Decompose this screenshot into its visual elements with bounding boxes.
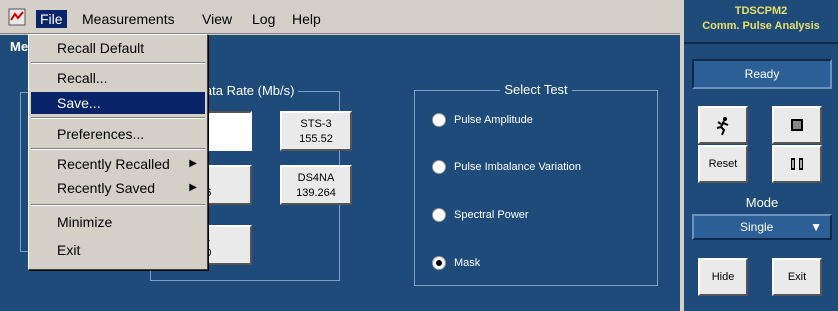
exit-button[interactable]: Exit bbox=[772, 258, 822, 296]
menu-item-label: Recently Saved bbox=[57, 180, 156, 196]
menu-measurements[interactable]: Measurements bbox=[78, 10, 179, 28]
run-button[interactable] bbox=[698, 106, 748, 144]
file-menu-dropdown: Recall Default Recall... Save... Prefere… bbox=[28, 34, 208, 270]
menu-separator bbox=[31, 148, 205, 150]
menu-item-label: Recently Recalled bbox=[57, 156, 170, 172]
menu-separator bbox=[31, 62, 205, 64]
panel-header: TDSCPM2 Comm. Pulse Analysis bbox=[684, 0, 838, 44]
menu-item-recall[interactable]: Recall... bbox=[31, 67, 205, 89]
mode-select[interactable]: Single ▼ bbox=[692, 214, 832, 240]
radio-button-checked[interactable] bbox=[432, 256, 446, 270]
app-subtitle: Comm. Pulse Analysis bbox=[702, 20, 820, 32]
menu-file[interactable]: File bbox=[36, 10, 67, 28]
radio-label: Spectral Power bbox=[454, 209, 529, 221]
menu-item-recently-recalled[interactable]: Recently Recalled ▶ bbox=[31, 153, 205, 175]
menu-item-recently-saved[interactable]: Recently Saved ▶ bbox=[31, 177, 205, 199]
menu-log[interactable]: Log bbox=[248, 10, 279, 28]
rate-button-ds4na-name: DS4NA bbox=[297, 172, 335, 184]
submenu-arrow-icon: ▶ bbox=[189, 182, 197, 193]
menu-item-exit[interactable]: Exit bbox=[31, 239, 205, 261]
status-display: Ready bbox=[692, 59, 832, 89]
menu-item-recall-default[interactable]: Recall Default bbox=[31, 37, 205, 59]
menu-view[interactable]: View bbox=[198, 10, 236, 28]
rate-button-sts3-name: STS-3 bbox=[300, 118, 332, 130]
menu-help[interactable]: Help bbox=[288, 10, 325, 28]
radio-label: Mask bbox=[454, 257, 481, 269]
select-test-frame: Select Test bbox=[414, 82, 658, 286]
rate-button-ds4na[interactable]: DS4NA 139.264 bbox=[280, 165, 352, 205]
radio-button[interactable] bbox=[432, 208, 446, 222]
chevron-down-icon: ▼ bbox=[810, 220, 822, 234]
menu-bar: File Measurements View Log Help bbox=[0, 0, 680, 34]
rate-button-sts3[interactable]: STS-3 155.52 bbox=[280, 111, 352, 151]
control-panel: TDSCPM2 Comm. Pulse Analysis Ready Reset… bbox=[684, 0, 838, 311]
mode-label: Mode bbox=[745, 195, 779, 210]
menu-separator bbox=[31, 204, 205, 206]
radio-button[interactable] bbox=[432, 113, 446, 127]
submenu-arrow-icon: ▶ bbox=[189, 158, 197, 169]
radio-button[interactable] bbox=[432, 160, 446, 174]
radio-label: Pulse Amplitude bbox=[454, 114, 533, 126]
main-title: Me bbox=[10, 39, 29, 54]
app-icon bbox=[8, 8, 26, 26]
pause-icon bbox=[791, 158, 803, 170]
rate-button-sts3-value: 155.52 bbox=[299, 133, 333, 145]
reset-button[interactable]: Reset bbox=[698, 145, 748, 183]
mode-value: Single bbox=[740, 220, 774, 234]
running-man-icon bbox=[716, 117, 729, 136]
select-test-label: Select Test bbox=[500, 82, 572, 97]
stop-button[interactable] bbox=[772, 106, 822, 144]
menu-item-save[interactable]: Save... bbox=[31, 92, 205, 114]
menu-separator bbox=[31, 117, 205, 119]
hide-button[interactable]: Hide bbox=[698, 258, 748, 296]
radio-label: Pulse Imbalance Variation bbox=[454, 161, 581, 173]
menu-item-minimize[interactable]: Minimize bbox=[31, 211, 205, 233]
stop-square-icon bbox=[791, 119, 803, 131]
rate-button-ds4na-value: 139.264 bbox=[296, 187, 336, 199]
pause-button[interactable] bbox=[772, 145, 822, 183]
menu-item-preferences[interactable]: Preferences... bbox=[31, 123, 205, 145]
app-title: TDSCPM2 bbox=[734, 5, 788, 17]
